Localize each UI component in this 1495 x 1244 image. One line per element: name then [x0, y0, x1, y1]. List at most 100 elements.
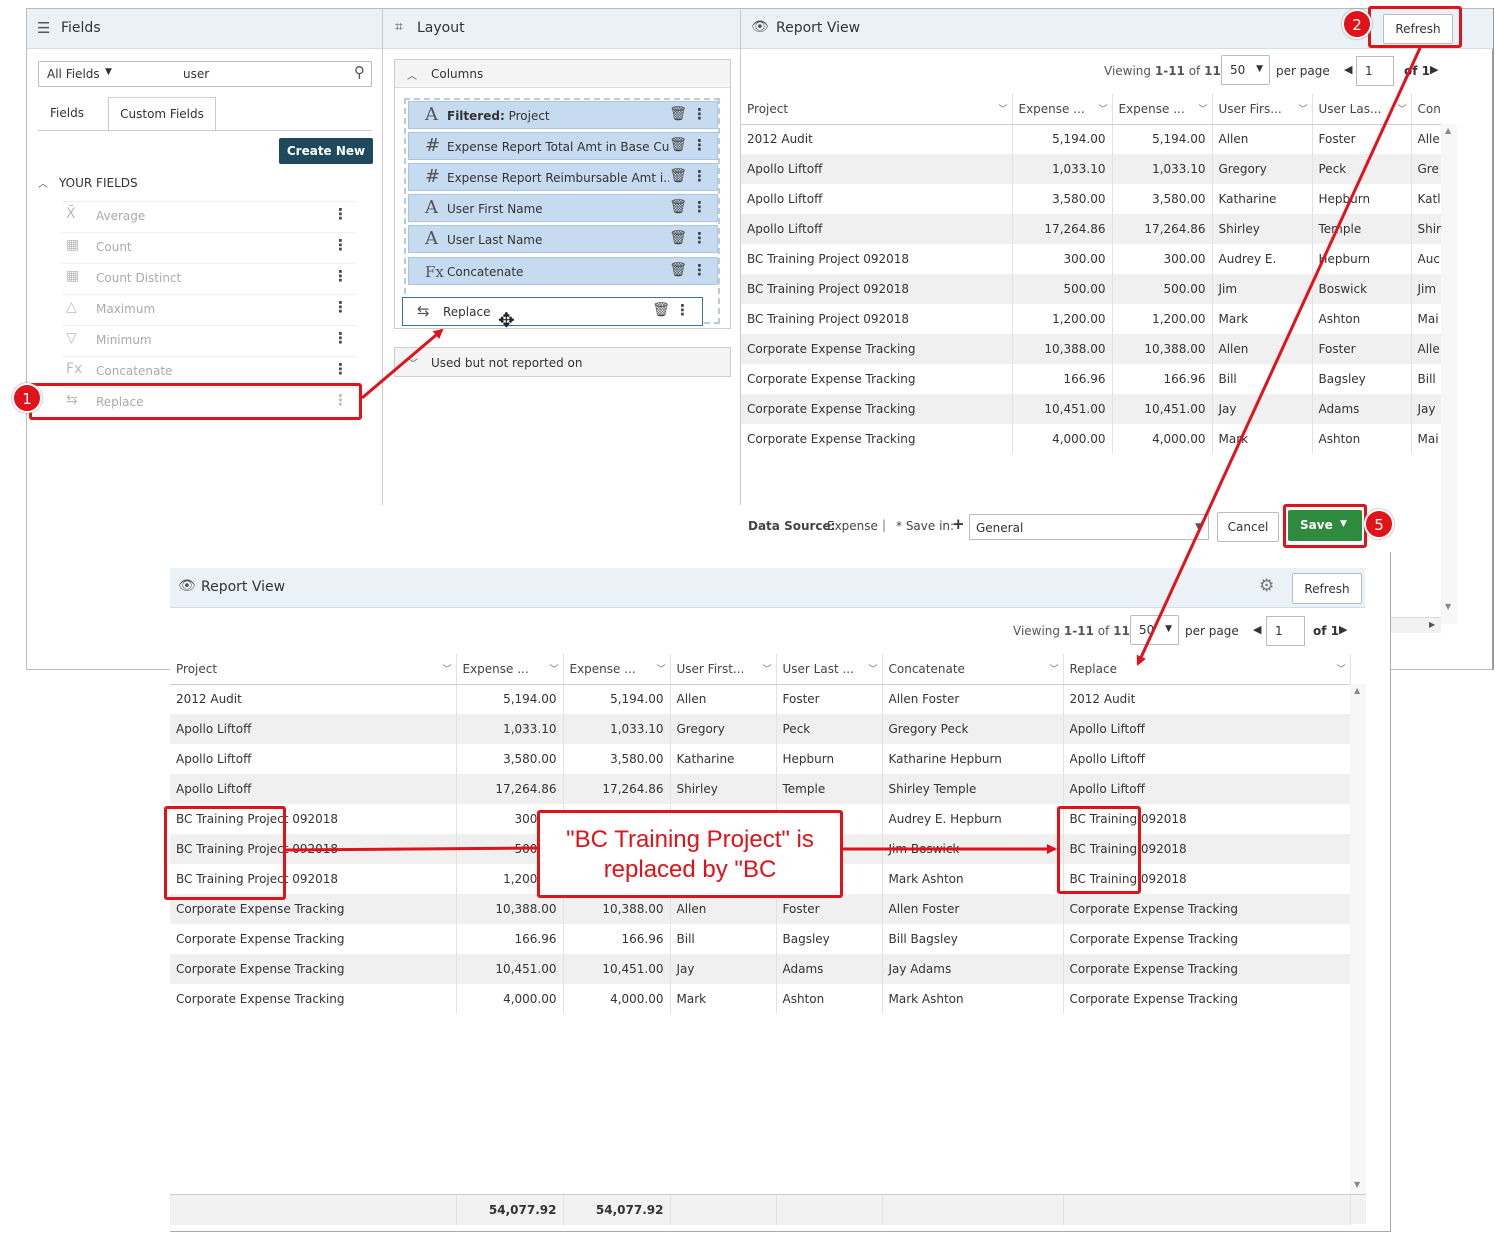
kebab-menu-icon[interactable]: ⋮ [692, 261, 707, 279]
kebab-menu-icon[interactable]: ⋮ [333, 205, 348, 223]
trash-icon[interactable]: 🗑 [669, 106, 687, 122]
page-input[interactable]: 1 [1356, 56, 1394, 86]
field-search-box[interactable]: All Fields ▼ user ⚲ [38, 61, 372, 87]
column-header[interactable]: Expense ... ﹀ [563, 654, 671, 685]
search-icon[interactable]: ⚲ [354, 63, 365, 81]
column-chip-project[interactable]: A Filtered: Project 🗑 ⋮ [408, 101, 718, 129]
next-page-icon[interactable]: ▶ [1339, 623, 1347, 636]
kebab-menu-icon[interactable]: ⋮ [692, 167, 707, 185]
table-row[interactable]: Apollo Liftoff 1,033.10 1,033.10 Gregory Pec… [741, 154, 1457, 184]
table-row[interactable]: Corporate Expense Tracking 10,388.00 10,38… [170, 894, 1351, 924]
vertical-scrollbar[interactable]: ▲ ▼ [1350, 684, 1366, 1194]
chevron-down-icon[interactable]: ﹀ [1198, 102, 1207, 115]
column-header[interactable]: User Las... ﹀ [1312, 94, 1412, 125]
chevron-down-icon[interactable]: ﹀ [1397, 102, 1406, 115]
chevron-down-icon[interactable]: ﹀ [408, 355, 418, 370]
chevron-down-icon[interactable]: ▼ [1195, 522, 1202, 532]
column-header[interactable]: Expense ... ﹀ [1012, 94, 1113, 125]
trash-icon[interactable]: 🗑 [669, 137, 687, 153]
unused-section-header[interactable]: ﹀ Used but not reported on [394, 347, 731, 377]
kebab-menu-icon[interactable]: ⋮ [692, 136, 707, 154]
chevron-down-icon[interactable]: ▼ [105, 67, 112, 77]
column-header[interactable]: User Last ... ﹀ [776, 654, 883, 685]
page-input[interactable]: 1 [1266, 616, 1305, 646]
trash-icon[interactable]: 🗑 [669, 168, 687, 184]
column-header[interactable]: User Firs... ﹀ [1212, 94, 1313, 125]
table-row[interactable]: 2012 Audit 5,194.00 5,194.00 Allen Foster All… [170, 684, 1351, 714]
add-folder-icon[interactable]: + [952, 515, 965, 533]
chevron-down-icon[interactable]: ﹀ [1098, 102, 1107, 115]
scroll-down-icon[interactable]: ▼ [1445, 602, 1451, 611]
kebab-menu-icon[interactable]: ⋮ [692, 229, 707, 247]
per-page-select[interactable]: 50 ▼ [1221, 55, 1270, 85]
chevron-down-icon[interactable]: ▼ [1256, 64, 1263, 74]
chevron-up-icon[interactable]: ︿ [38, 179, 48, 190]
field-item-minimum[interactable]: ▽ Minimum ⋮ [62, 325, 356, 351]
table-row[interactable]: Corporate Expense Tracking 10,451.00 10,45… [741, 394, 1457, 424]
columns-section-header[interactable]: ︿ Columns [395, 60, 730, 88]
scroll-up-icon[interactable]: ▲ [1354, 686, 1360, 695]
column-header[interactable]: User First... ﹀ [670, 654, 777, 685]
trash-icon[interactable]: 🗑 [652, 302, 670, 318]
table-row[interactable]: Corporate Expense Tracking 166.96 166.96 Bi… [170, 924, 1351, 954]
table-row[interactable]: Corporate Expense Tracking 10,451.00 10,45… [170, 954, 1351, 984]
column-chip-expense-reimbursable[interactable]: # Expense Report Reimbursable Amt i... 🗑 ⋮ [408, 163, 718, 191]
next-page-icon[interactable]: ▶ [1430, 63, 1438, 76]
prev-page-icon[interactable]: ◀ [1253, 623, 1261, 636]
table-row[interactable]: Apollo Liftoff 1,033.10 1,033.10 Gregory Pec… [170, 714, 1351, 744]
trash-icon[interactable]: 🗑 [669, 199, 687, 215]
kebab-menu-icon[interactable]: ⋮ [333, 329, 348, 347]
chevron-down-icon[interactable]: ▼ [1165, 624, 1172, 634]
table-row[interactable]: Apollo Liftoff 3,580.00 3,580.00 Katharine H… [170, 744, 1351, 774]
tab-custom-fields[interactable]: Custom Fields [108, 97, 216, 131]
column-chip-concatenate[interactable]: Fx Concatenate 🗑 ⋮ [408, 257, 718, 285]
chevron-down-icon[interactable]: ﹀ [762, 662, 771, 675]
kebab-menu-icon[interactable]: ⋮ [692, 105, 707, 123]
table-row[interactable]: 2012 Audit 5,194.00 5,194.00 Allen Foster All… [741, 124, 1457, 154]
trash-icon[interactable]: 🗑 [669, 262, 687, 278]
trash-icon[interactable]: 🗑 [669, 230, 687, 246]
chevron-down-icon[interactable]: ﹀ [656, 662, 665, 675]
column-header[interactable]: Project ﹀ [170, 654, 457, 685]
column-header[interactable]: Expense ... ﹀ [1112, 94, 1213, 125]
column-chip-user-first-name[interactable]: A User First Name 🗑 ⋮ [408, 194, 718, 222]
field-item-average[interactable]: X̄ Average ⋮ [62, 201, 356, 227]
create-new-button[interactable]: Create New [279, 138, 373, 164]
table-row[interactable]: Corporate Expense Tracking 4,000.00 4,000.… [170, 984, 1351, 1014]
chevron-up-icon[interactable]: ︿ [407, 67, 417, 82]
cancel-button[interactable]: Cancel [1217, 512, 1279, 542]
chevron-down-icon[interactable]: ﹀ [1336, 662, 1345, 675]
kebab-menu-icon[interactable]: ⋮ [675, 301, 690, 319]
kebab-menu-icon[interactable]: ⋮ [333, 236, 348, 254]
field-item-maximum[interactable]: △ Maximum ⋮ [62, 294, 356, 320]
chevron-down-icon[interactable]: ﹀ [1049, 662, 1058, 675]
chevron-down-icon[interactable]: ﹀ [549, 662, 558, 675]
column-header[interactable]: Concatenate ﹀ [882, 654, 1064, 685]
dragged-replace-chip[interactable]: ⇆ Replace 🗑 ⋮ [402, 297, 703, 326]
gear-icon[interactable]: ⚙ [1259, 576, 1274, 596]
chevron-down-icon[interactable]: ﹀ [1298, 102, 1307, 115]
tab-fields[interactable]: Fields [38, 106, 96, 120]
chevron-down-icon[interactable]: ﹀ [868, 662, 877, 675]
column-chip-expense-total[interactable]: # Expense Report Total Amt in Base Curr 🗑 ⋮ [408, 132, 718, 160]
column-header[interactable]: Project ﹀ [741, 94, 1013, 125]
chevron-down-icon[interactable]: ﹀ [442, 662, 451, 675]
table-row[interactable]: Apollo Liftoff 17,264.86 17,264.86 Shirley T… [170, 774, 1351, 804]
kebab-menu-icon[interactable]: ⋮ [692, 198, 707, 216]
save-in-select[interactable]: General ▼ [969, 514, 1209, 540]
kebab-menu-icon[interactable]: ⋮ [333, 360, 348, 378]
your-fields-section[interactable]: ︿ YOUR FIELDS [38, 175, 138, 190]
kebab-menu-icon[interactable]: ⋮ [333, 267, 348, 285]
table-row[interactable]: Corporate Expense Tracking 166.96 166.96 Bi… [741, 364, 1457, 394]
column-header[interactable]: Con [1411, 94, 1457, 125]
per-page-select[interactable]: 50 ▼ [1130, 615, 1179, 645]
prev-page-icon[interactable]: ◀ [1344, 63, 1352, 76]
column-header[interactable]: Replace ﹀ [1063, 654, 1351, 685]
table-row[interactable]: Corporate Expense Tracking 4,000.00 4,000.… [741, 424, 1457, 454]
table-row[interactable]: Corporate Expense Tracking 10,388.00 10,38… [741, 334, 1457, 364]
field-item-concatenate[interactable]: Fx Concatenate ⋮ [62, 356, 356, 382]
chevron-down-icon[interactable]: ﹀ [998, 102, 1007, 115]
vertical-scrollbar[interactable]: ▲ ▼ [1441, 124, 1457, 624]
table-row[interactable]: Apollo Liftoff 17,264.86 17,264.86 Shirley T… [741, 214, 1457, 244]
field-item-count[interactable]: ▦ Count ⋮ [62, 232, 356, 258]
